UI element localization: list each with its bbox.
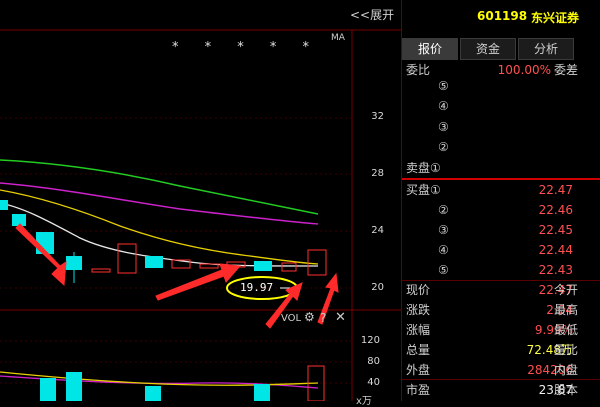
ma-values: * * * * * — [172, 40, 321, 55]
stat-row: 外盘 284206 内盘 — [406, 363, 579, 377]
price-callout: 19.97 — [240, 281, 274, 294]
stock-code: 601198 — [477, 9, 528, 23]
volume-tick: 40 — [367, 377, 380, 388]
candles — [0, 200, 327, 283]
buy-level: ③ 22.45 — [438, 223, 573, 237]
buy-level: ⑤ 22.43 — [438, 263, 573, 277]
volume-label: VOL — [281, 313, 302, 324]
buy-level: ② 22.46 — [438, 203, 573, 217]
sell-level: ⑤ — [438, 79, 449, 93]
buy-level: ④ 22.44 — [438, 243, 573, 257]
volume-tick: 80 — [367, 356, 380, 367]
price-tick: 28 — [371, 168, 384, 179]
volume-tick: 120 — [360, 335, 380, 346]
kline-chart[interactable]: <<展开 * * * * * MA 32 28 24 20 120 80 40 … — [0, 0, 401, 407]
stat-row: 市盈 23.87 股本 — [406, 383, 579, 397]
ma-label: MA — [331, 33, 345, 43]
tab-analysis[interactable]: 分析 — [518, 38, 574, 60]
sell-level: ③ — [438, 120, 449, 134]
stock-header: 601198 东兴证券 — [402, 0, 600, 34]
gear-icon[interactable]: ⚙ — [304, 310, 315, 324]
close-icon[interactable]: ✕ — [335, 310, 346, 325]
ma20-line — [0, 182, 319, 225]
sell-level: 卖盘① — [406, 161, 441, 175]
price-tick: 24 — [371, 225, 384, 236]
tab-quote[interactable]: 报价 — [402, 38, 458, 60]
buy-level: 买盘① 22.47 — [406, 183, 573, 197]
volume-unit: x万 — [356, 396, 372, 407]
stat-row: 总量 72.48万 量比 — [406, 343, 579, 357]
stock-name: 东兴证券 — [531, 11, 580, 25]
price-tick: 32 — [371, 111, 384, 122]
expand-button[interactable]: <<展开 — [350, 6, 394, 23]
sell-level: ④ — [438, 99, 449, 113]
sell-level: ② — [438, 140, 449, 154]
stat-row: 涨跌 2.04 最高 — [406, 303, 579, 317]
tab-funds[interactable]: 资金 — [460, 38, 516, 60]
price-tick: 20 — [371, 282, 384, 293]
help-icon[interactable]: ? — [320, 311, 326, 325]
stat-row: 涨幅 9.99% 最低 — [406, 323, 579, 337]
stat-row: 现价 22.47 今开 — [406, 283, 579, 297]
kline-svg — [0, 29, 401, 401]
quote-panel: 601198 东兴证券 报价 资金 分析 委比 100.00% 委差 ⑤ ④ ③… — [401, 0, 600, 401]
